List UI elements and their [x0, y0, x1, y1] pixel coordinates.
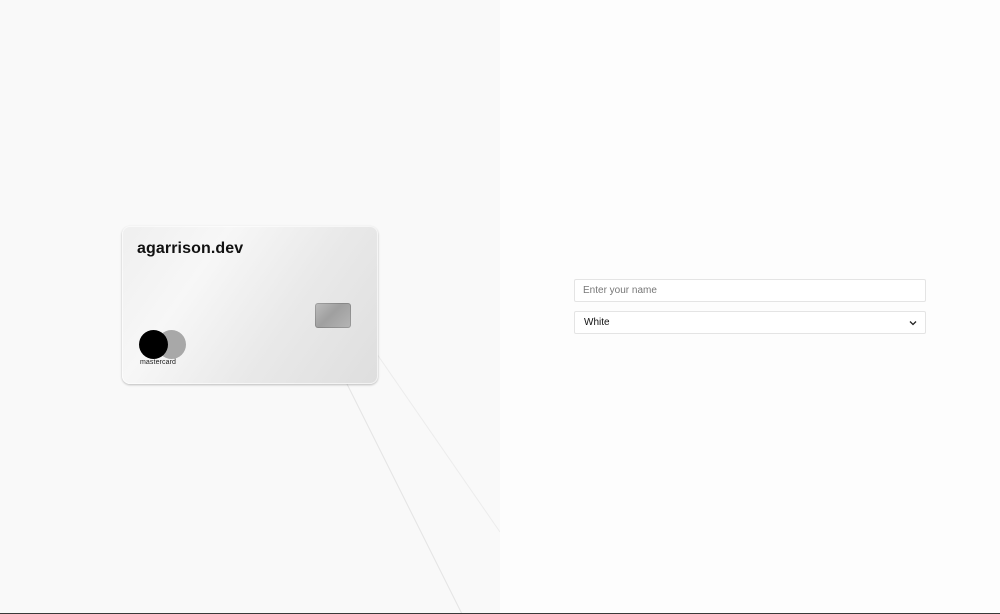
- card-color-select[interactable]: White: [574, 311, 926, 334]
- card-chip: [315, 303, 351, 328]
- card-form-panel: White: [500, 0, 1000, 614]
- mastercard-logo-icon: [139, 330, 187, 360]
- card-network-label: mastercard: [140, 359, 177, 366]
- card-preview-panel: agarrison.dev mastercard: [0, 0, 500, 614]
- card-brand-name: agarrison.dev: [137, 240, 244, 257]
- card-color-select-value: White: [584, 317, 610, 328]
- credit-card: agarrison.dev mastercard: [122, 226, 378, 384]
- card-form: White: [574, 279, 926, 334]
- chevron-down-icon: [909, 321, 917, 326]
- page: agarrison.dev mastercard White: [0, 0, 1000, 614]
- name-input[interactable]: [574, 279, 926, 302]
